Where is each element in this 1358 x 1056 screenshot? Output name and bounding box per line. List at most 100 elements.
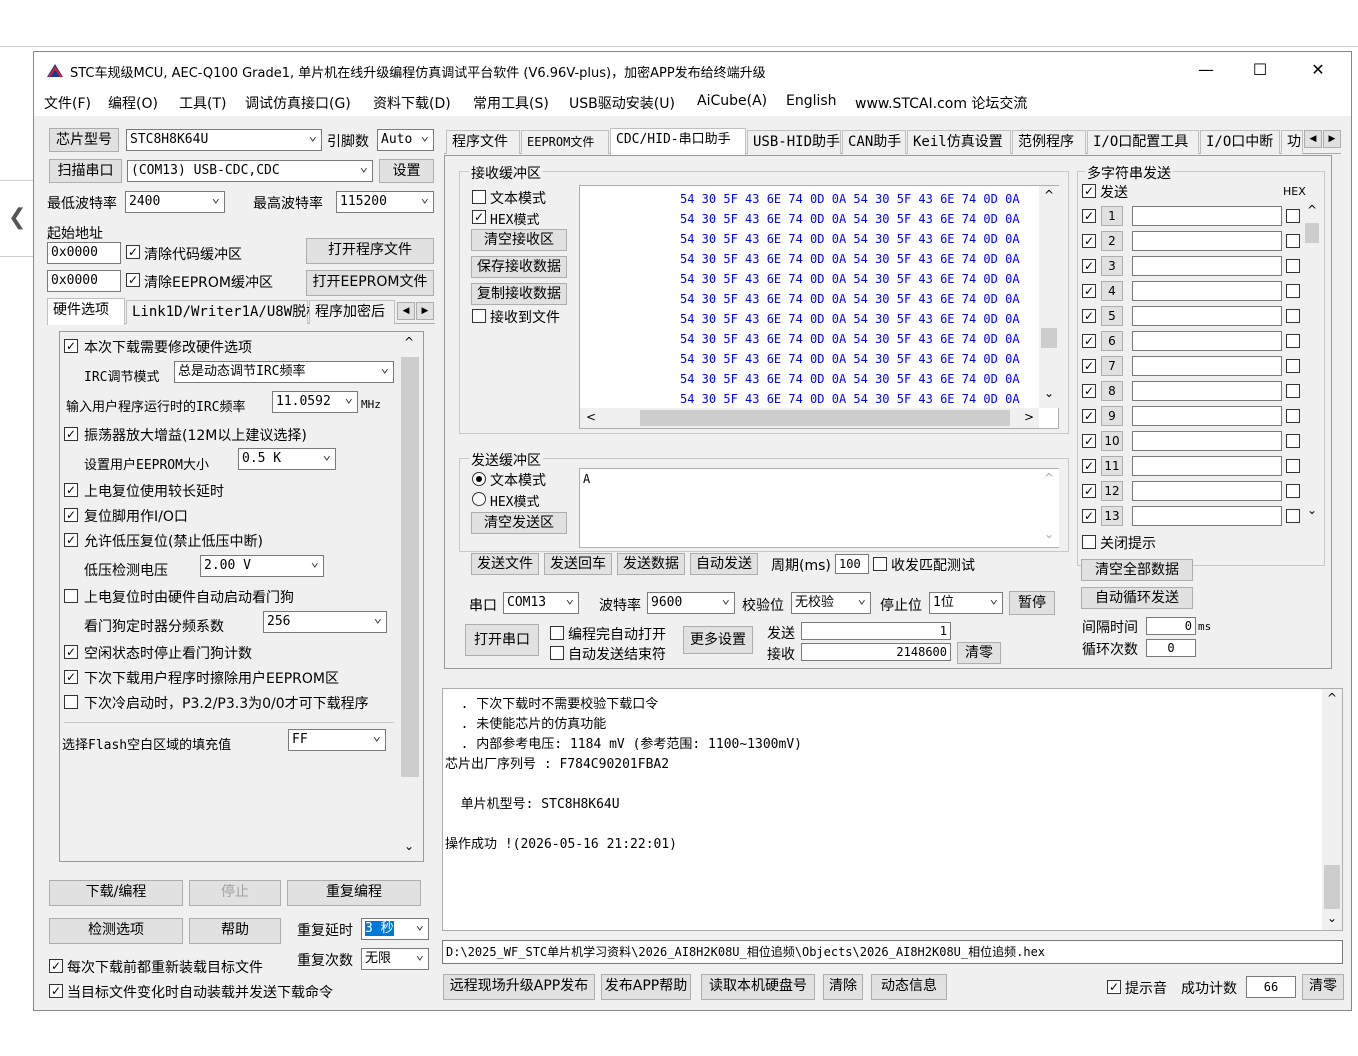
fill-select[interactable]: FF bbox=[288, 729, 386, 751]
menu-usb-driver[interactable]: USB驱动安装(U) bbox=[569, 93, 675, 113]
send-scroll-down-icon[interactable]: ⌄ bbox=[1044, 527, 1054, 541]
maximize-icon[interactable]: ☐ bbox=[1240, 58, 1280, 82]
reset-count-button[interactable]: 清零 bbox=[1302, 974, 1344, 1000]
multi-row-hex-checkbox[interactable] bbox=[1286, 234, 1300, 248]
multi-row-hex-checkbox[interactable] bbox=[1286, 334, 1300, 348]
multi-row-hex-checkbox[interactable] bbox=[1286, 509, 1300, 523]
multi-row-hex-checkbox[interactable] bbox=[1286, 259, 1300, 273]
multi-row-hex-checkbox[interactable] bbox=[1286, 359, 1300, 373]
right-tab-scroll-right-icon[interactable]: ▶ bbox=[1323, 130, 1341, 148]
osc-gain-checkbox[interactable]: ✓ bbox=[64, 427, 78, 441]
tab-usb-hid[interactable]: USB-HID助手 bbox=[747, 130, 841, 154]
multi-row-send-button[interactable]: 3 bbox=[1101, 256, 1123, 276]
stop-button[interactable]: 停止 bbox=[189, 880, 281, 906]
auto-end-checkbox[interactable] bbox=[550, 646, 564, 660]
multi-row-hex-checkbox[interactable] bbox=[1286, 484, 1300, 498]
scan-port-button[interactable]: 扫描串口 bbox=[49, 159, 122, 183]
multi-row-send-button[interactable]: 2 bbox=[1101, 231, 1123, 251]
menu-download[interactable]: 资料下载(D) bbox=[373, 93, 451, 113]
log-scroll-thumb[interactable] bbox=[1324, 865, 1340, 909]
multi-row-checkbox[interactable]: ✓ bbox=[1082, 359, 1096, 373]
send-enter-button[interactable]: 发送回车 bbox=[544, 553, 612, 575]
recv-hscroll-thumb[interactable] bbox=[640, 410, 1010, 426]
multi-row-input[interactable] bbox=[1132, 331, 1282, 351]
back-arrow-icon[interactable]: ❮ bbox=[8, 205, 26, 230]
send-file-button[interactable]: 发送文件 bbox=[471, 553, 539, 575]
multi-row-checkbox[interactable]: ✓ bbox=[1082, 259, 1096, 273]
match-test-checkbox[interactable] bbox=[873, 557, 887, 571]
multi-row-checkbox[interactable]: ✓ bbox=[1082, 284, 1096, 298]
clear-recv-button[interactable]: 清空接收区 bbox=[471, 229, 567, 251]
multi-row-input[interactable] bbox=[1132, 381, 1282, 401]
menu-aicube[interactable]: AiCube(A) bbox=[697, 93, 767, 109]
right-tab-scroll-left-icon[interactable]: ◀ bbox=[1304, 130, 1322, 148]
multi-row-send-button[interactable]: 9 bbox=[1101, 406, 1123, 426]
multi-row-hex-checkbox[interactable] bbox=[1286, 459, 1300, 473]
multi-row-checkbox[interactable]: ✓ bbox=[1082, 334, 1096, 348]
menu-english[interactable]: English bbox=[786, 93, 837, 109]
clear-code-checkbox[interactable]: ✓ bbox=[126, 245, 140, 259]
clear-count-button[interactable]: 清零 bbox=[957, 642, 1001, 664]
tab-serial-assistant[interactable]: CDC/HID-串口助手 bbox=[610, 128, 746, 155]
scroll-up-icon[interactable]: ^ bbox=[404, 335, 414, 349]
reset-io-checkbox[interactable]: ✓ bbox=[64, 508, 78, 522]
reprogram-button[interactable]: 重复编程 bbox=[287, 880, 421, 906]
multi-row-input[interactable] bbox=[1132, 256, 1282, 276]
auto-open-checkbox[interactable] bbox=[550, 626, 564, 640]
multi-row-checkbox[interactable]: ✓ bbox=[1082, 509, 1096, 523]
read-disk-button[interactable]: 读取本机硬盘号 bbox=[701, 974, 815, 1000]
recv-hex-mode-checkbox[interactable]: ✓ bbox=[472, 210, 486, 224]
dynamic-info-button[interactable]: 动态信息 bbox=[871, 974, 947, 1000]
menu-program[interactable]: 编程(O) bbox=[108, 93, 158, 113]
clear-eeprom-checkbox[interactable]: ✓ bbox=[126, 273, 140, 287]
interval-input[interactable]: 0 bbox=[1146, 617, 1196, 635]
multi-row-input[interactable] bbox=[1132, 481, 1282, 501]
p32-checkbox[interactable] bbox=[64, 695, 78, 709]
multi-row-send-button[interactable]: 10 bbox=[1101, 431, 1123, 451]
help-button[interactable]: 帮助 bbox=[189, 918, 281, 944]
auto-loop-button[interactable]: 自动循环发送 bbox=[1081, 587, 1193, 609]
log-scroll-up-icon[interactable]: ^ bbox=[1327, 691, 1337, 705]
open-eeprom-file-button[interactable]: 打开EEPROM文件 bbox=[306, 270, 434, 296]
start-addr-input-1[interactable]: 0x0000 bbox=[47, 242, 121, 264]
send-textarea[interactable]: A ^ ⌄ bbox=[579, 468, 1059, 548]
settings-button[interactable]: 设置 bbox=[379, 159, 434, 183]
recv-scroll-up-icon[interactable]: ^ bbox=[1044, 188, 1054, 202]
tab-io-config[interactable]: I/O口配置工具 bbox=[1087, 130, 1199, 154]
wdt-div-select[interactable]: 256 bbox=[263, 611, 387, 633]
multi-row-input[interactable] bbox=[1132, 306, 1282, 326]
save-recv-button[interactable]: 保存接收数据 bbox=[471, 256, 567, 278]
multi-row-checkbox[interactable]: ✓ bbox=[1082, 209, 1096, 223]
multi-row-input[interactable] bbox=[1132, 231, 1282, 251]
multi-row-checkbox[interactable]: ✓ bbox=[1082, 309, 1096, 323]
recv-hscrollbar[interactable]: < > bbox=[580, 408, 1039, 428]
eeprom-size-select[interactable]: 0.5 K bbox=[238, 448, 336, 470]
tab-io-interrupt[interactable]: I/O口中断 bbox=[1200, 130, 1280, 154]
multi-row-checkbox[interactable]: ✓ bbox=[1082, 384, 1096, 398]
baud-select[interactable]: 9600 bbox=[647, 592, 735, 614]
multi-row-send-button[interactable]: 11 bbox=[1101, 456, 1123, 476]
erase-eeprom-checkbox[interactable]: ✓ bbox=[64, 670, 78, 684]
recv-vscrollbar[interactable]: ^ ⌄ bbox=[1039, 186, 1059, 408]
multi-row-send-button[interactable]: 8 bbox=[1101, 381, 1123, 401]
chip-type-button[interactable]: 芯片型号 bbox=[49, 128, 119, 152]
more-settings-button[interactable]: 更多设置 bbox=[683, 626, 753, 654]
tab-hardware-options[interactable]: 硬件选项 bbox=[47, 298, 125, 325]
send-text-mode-radio[interactable] bbox=[472, 472, 486, 486]
open-serial-button[interactable]: 打开串口 bbox=[465, 624, 539, 656]
app-help-button[interactable]: 发布APP帮助 bbox=[601, 974, 691, 1000]
menu-file[interactable]: 文件(F) bbox=[44, 93, 91, 113]
multi-row-hex-checkbox[interactable] bbox=[1286, 409, 1300, 423]
multi-row-hex-checkbox[interactable] bbox=[1286, 309, 1300, 323]
idle-wdt-checkbox[interactable]: ✓ bbox=[64, 645, 78, 659]
tab-more[interactable]: 功 bbox=[1281, 130, 1303, 154]
multi-row-input[interactable] bbox=[1132, 356, 1282, 376]
multi-row-send-button[interactable]: 13 bbox=[1101, 506, 1123, 526]
repeat-count-select[interactable]: 无限 bbox=[361, 948, 429, 970]
min-baud-select[interactable]: 2400 bbox=[125, 191, 225, 213]
multi-row-send-button[interactable]: 5 bbox=[1101, 306, 1123, 326]
send-scrollbar[interactable]: ^ ⌄ bbox=[1039, 469, 1059, 547]
log-scroll-down-icon[interactable]: ⌄ bbox=[1327, 911, 1337, 925]
auto-send-checkbox[interactable]: ✓ bbox=[49, 984, 63, 998]
beep-checkbox[interactable]: ✓ bbox=[1107, 980, 1121, 994]
